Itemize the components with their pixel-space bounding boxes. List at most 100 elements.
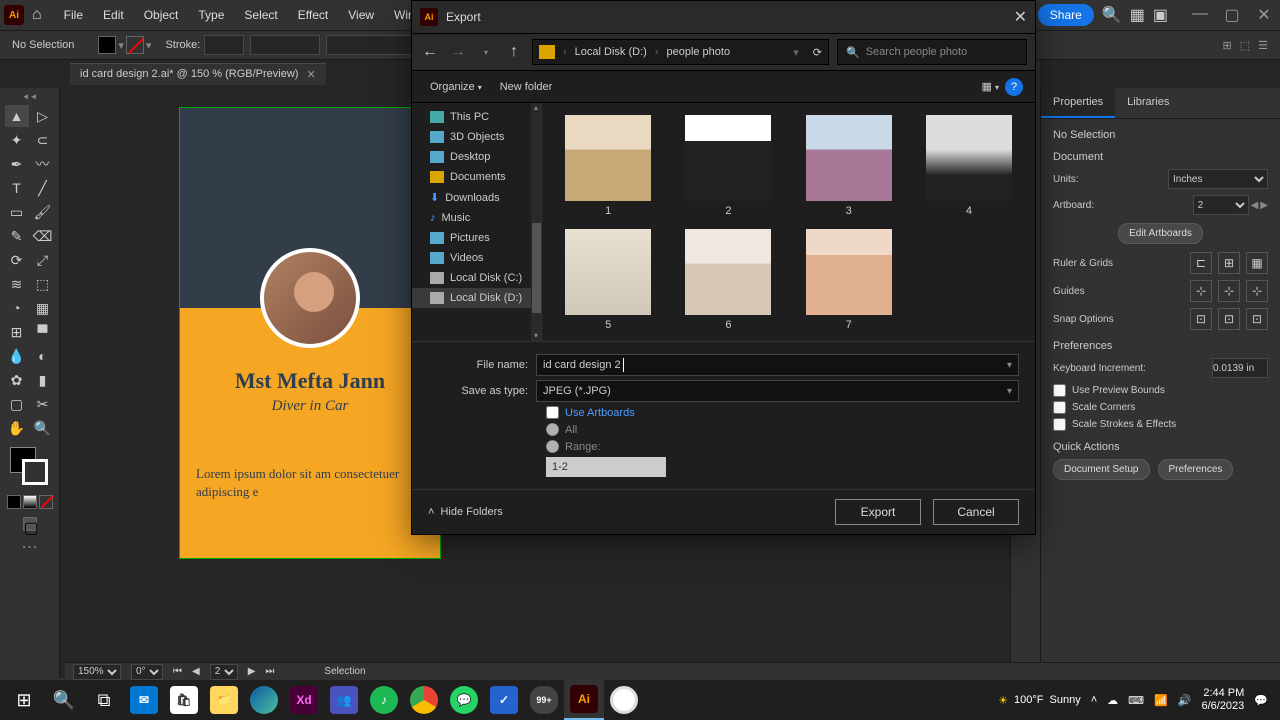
doc-tab[interactable]: id card design 2.ai* @ 150 % (RGB/Previe… — [70, 63, 326, 85]
snap-point-icon[interactable]: ⊡ — [1190, 308, 1212, 330]
search-icon[interactable]: 🔍 — [1102, 5, 1122, 25]
help-icon[interactable]: ? — [1005, 78, 1023, 96]
onedrive-icon[interactable]: ☁ — [1107, 694, 1118, 707]
fill-stroke-control[interactable] — [10, 447, 50, 487]
snap-pixel-icon[interactable]: ⊡ — [1246, 308, 1268, 330]
symbol-tool[interactable]: ✿ — [5, 369, 29, 391]
taskbar-chrome[interactable] — [404, 680, 444, 720]
share-button[interactable]: Share — [1038, 4, 1094, 26]
tree-pictures[interactable]: Pictures — [412, 228, 541, 248]
taskbar-edge[interactable] — [244, 680, 284, 720]
grid-icon[interactable]: ⊞ — [1218, 252, 1240, 274]
prev-artboard-icon[interactable]: ◀ — [1251, 200, 1259, 211]
minimize-button[interactable]: — — [1188, 5, 1212, 25]
volume-icon[interactable]: 🔊 — [1178, 694, 1192, 707]
export-button[interactable]: Export — [835, 499, 921, 525]
taskbar-badge[interactable]: 99+ — [524, 680, 564, 720]
menu-file[interactable]: File — [56, 4, 91, 26]
file-thumb-5[interactable]: 5 — [558, 229, 658, 331]
menu-object[interactable]: Object — [136, 4, 187, 26]
menu-view[interactable]: View — [340, 4, 382, 26]
edit-artboards-button[interactable]: Edit Artboards — [1118, 223, 1203, 244]
tree-drive-d[interactable]: Local Disk (D:) — [412, 288, 541, 308]
zoom-tool[interactable]: 🔍 — [31, 417, 55, 439]
perspective-tool[interactable]: ▦ — [31, 297, 55, 319]
rotate-dropdown[interactable]: 0° — [131, 664, 163, 680]
mesh-tool[interactable]: ⊞ — [5, 321, 29, 343]
view-mode-icon[interactable]: ▦ ▾ — [982, 80, 999, 93]
new-folder-button[interactable]: New folder — [494, 77, 559, 97]
artboard-nav-dropdown[interactable]: 2 — [210, 664, 238, 680]
save-type-dropdown[interactable]: JPEG (*.JPG)▾ — [536, 380, 1019, 402]
menu-type[interactable]: Type — [190, 4, 232, 26]
clock[interactable]: 2:44 PM 6/6/2023 — [1201, 687, 1244, 713]
tree-desktop[interactable]: Desktop — [412, 147, 541, 167]
first-artboard-icon[interactable]: ⏮ — [173, 666, 182, 677]
transparency-icon[interactable]: ▦ — [1246, 252, 1268, 274]
weather-widget[interactable]: ☀ 100°F Sunny — [998, 694, 1081, 707]
tree-documents[interactable]: Documents — [412, 167, 541, 187]
document-setup-button[interactable]: Document Setup — [1053, 459, 1150, 480]
file-thumb-4[interactable]: 4 — [919, 115, 1019, 217]
refresh-icon[interactable]: ⟳ — [813, 46, 822, 59]
stroke-weight-input[interactable] — [204, 35, 244, 55]
artboard-tool[interactable]: ▢ — [5, 393, 29, 415]
menu-effect[interactable]: Effect — [290, 4, 336, 26]
prev-artboard-nav-icon[interactable]: ◀ — [192, 666, 200, 677]
properties-tab[interactable]: Properties — [1041, 88, 1115, 118]
width-tool[interactable]: ≋ — [5, 273, 29, 295]
taskbar-todo[interactable]: ✓ — [484, 680, 524, 720]
color-mode-icon[interactable] — [7, 495, 21, 509]
maximize-button[interactable]: ▢ — [1220, 5, 1244, 25]
lasso-tool[interactable]: ⊂ — [31, 129, 55, 151]
crumb-drive[interactable]: Local Disk (D:) — [575, 46, 647, 58]
lock-guides-icon[interactable]: ⊹ — [1218, 280, 1240, 302]
cancel-button[interactable]: Cancel — [933, 499, 1019, 525]
file-thumb-6[interactable]: 6 — [678, 229, 778, 331]
taskbar-illustrator[interactable]: Ai — [564, 680, 604, 720]
file-thumb-1[interactable]: 1 — [558, 115, 658, 217]
scale-strokes-checkbox[interactable] — [1053, 418, 1066, 431]
task-view-icon[interactable]: ⧉ — [84, 680, 124, 720]
magic-wand-tool[interactable]: ✦ — [5, 129, 29, 151]
tree-downloads[interactable]: ⬇Downloads — [412, 187, 541, 208]
taskbar-spotify[interactable]: ♪ — [364, 680, 404, 720]
recent-icon[interactable]: ▾ — [476, 48, 496, 57]
use-preview-bounds-checkbox[interactable] — [1053, 384, 1066, 397]
notifications-icon[interactable]: 💬 — [1254, 694, 1268, 707]
last-artboard-icon[interactable]: ⏭ — [265, 666, 274, 677]
next-artboard-icon[interactable]: ▶ — [1260, 200, 1268, 211]
back-icon[interactable]: ← — [420, 43, 440, 61]
hand-tool[interactable]: ✋ — [5, 417, 29, 439]
smart-guides-icon[interactable]: ⊹ — [1246, 280, 1268, 302]
tray-chevron-icon[interactable]: ˄ — [1091, 694, 1097, 706]
taskbar-xd[interactable]: Xd — [284, 680, 324, 720]
file-thumb-2[interactable]: 2 — [678, 115, 778, 217]
graph-tool[interactable]: ▮ — [31, 369, 55, 391]
home-icon[interactable]: ⌂ — [32, 6, 42, 24]
workspace-icon[interactable]: ▣ — [1153, 5, 1168, 25]
transform-icon[interactable]: ⬚ — [1240, 39, 1250, 52]
breadcrumb[interactable]: › Local Disk (D:) › people photo ▾ ⟳ — [532, 39, 829, 65]
taskbar-explorer[interactable]: 📁 — [204, 680, 244, 720]
direct-selection-tool[interactable]: ▷ — [31, 105, 55, 127]
file-thumb-7[interactable]: 7 — [799, 229, 899, 331]
menu-select[interactable]: Select — [236, 4, 285, 26]
tree-scrollbar[interactable]: ▴ ▾ — [531, 103, 541, 341]
type-tool[interactable]: T — [5, 177, 29, 199]
selection-tool[interactable]: ▲ — [5, 105, 29, 127]
use-artboards-checkbox[interactable] — [546, 406, 559, 419]
tree-this-pc[interactable]: This PC — [412, 107, 541, 127]
brush-tool[interactable]: 🖌 — [31, 201, 55, 223]
slice-tool[interactable]: ✂ — [31, 393, 55, 415]
artboard-dropdown[interactable]: 2 — [1193, 195, 1249, 215]
libraries-tab[interactable]: Libraries — [1115, 88, 1181, 118]
zoom-dropdown[interactable]: 150% — [73, 664, 121, 680]
options-icon[interactable]: ☰ — [1258, 39, 1268, 52]
preferences-button[interactable]: Preferences — [1158, 459, 1234, 480]
taskbar-search-icon[interactable]: 🔍 — [44, 680, 84, 720]
taskbar-store[interactable]: 🛍 — [164, 680, 204, 720]
scale-tool[interactable]: ⤢ — [31, 249, 55, 271]
file-thumb-3[interactable]: 3 — [799, 115, 899, 217]
pen-tool[interactable]: ✒ — [5, 153, 29, 175]
